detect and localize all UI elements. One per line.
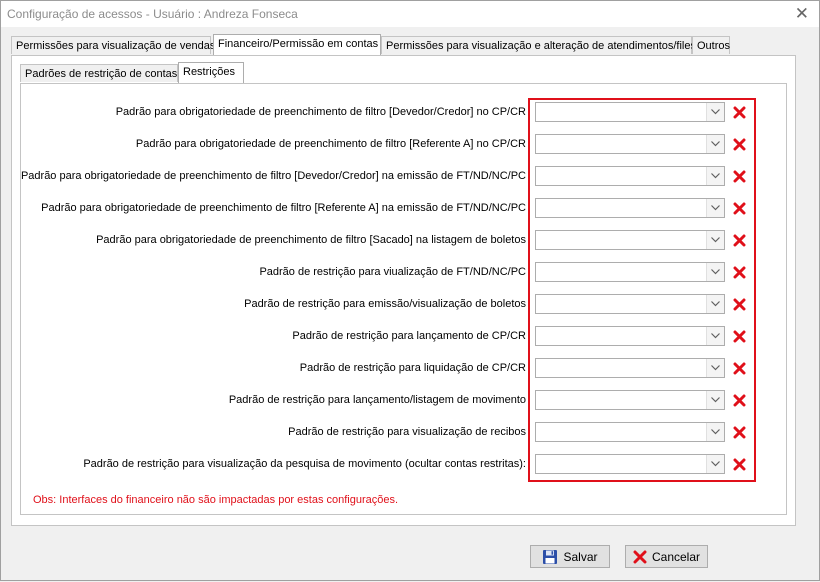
combobox-arrow[interactable] <box>706 391 724 409</box>
tab-label: Permissões para visualização de vendas <box>16 40 216 52</box>
restriction-label: Padrão de restrição para lançamento/list… <box>228 394 526 406</box>
restriction-combobox[interactable] <box>535 326 725 346</box>
restriction-label: Padrão de restrição para emissão/visuali… <box>244 298 526 310</box>
restriction-combobox[interactable] <box>535 230 725 250</box>
restriction-row: Padrão para obrigatoriedade de preenchim… <box>0 166 820 188</box>
restriction-label: Padrão de restrição para viualização de … <box>259 266 526 278</box>
delete-icon[interactable] <box>731 264 747 280</box>
combobox-arrow[interactable] <box>706 263 724 281</box>
restriction-row: Padrão de restrição para lançamento de C… <box>0 326 820 348</box>
restriction-label: Padrão de restrição para visualização da… <box>83 458 526 470</box>
combobox-arrow[interactable] <box>706 295 724 313</box>
restriction-label: Padrão de restrição para liquidação de C… <box>299 362 526 374</box>
restriction-label: Padrão para obrigatoriedade de preenchim… <box>41 202 526 214</box>
chevron-down-icon <box>711 109 720 115</box>
restriction-label: Padrão para obrigatoriedade de preenchim… <box>135 138 526 150</box>
restriction-label: Padrão para obrigatoriedade de preenchim… <box>20 170 526 182</box>
restriction-combobox[interactable] <box>535 166 725 186</box>
chevron-down-icon <box>711 173 720 179</box>
delete-icon[interactable] <box>731 392 747 408</box>
tab-padroes-restricao[interactable]: Padrões de restrição de contas <box>20 64 178 82</box>
tab-outros[interactable]: Outros <box>692 36 730 54</box>
restriction-combobox[interactable] <box>535 262 725 282</box>
delete-icon[interactable] <box>731 136 747 152</box>
cancel-button[interactable]: Cancelar <box>625 545 708 568</box>
delete-icon[interactable] <box>731 328 747 344</box>
restriction-combobox[interactable] <box>535 390 725 410</box>
delete-icon[interactable] <box>731 296 747 312</box>
restriction-row: Padrão para obrigatoriedade de preenchim… <box>0 230 820 252</box>
tab-label: Outros <box>697 40 731 52</box>
combobox-arrow[interactable] <box>706 103 724 121</box>
restriction-combobox[interactable] <box>535 134 725 154</box>
save-button[interactable]: Salvar <box>530 545 610 568</box>
restriction-combobox[interactable] <box>535 198 725 218</box>
chevron-down-icon <box>711 205 720 211</box>
tab-visualizacao-vendas[interactable]: Permissões para visualização de vendas <box>11 36 215 54</box>
chevron-down-icon <box>711 237 720 243</box>
tab-restricoes[interactable]: Restrições <box>178 62 244 83</box>
combobox-arrow[interactable] <box>706 135 724 153</box>
save-label: Salvar <box>563 549 598 564</box>
chevron-down-icon <box>711 429 720 435</box>
chevron-down-icon <box>711 461 720 467</box>
restriction-row: Padrão de restrição para emissão/visuali… <box>0 294 820 316</box>
obs-note: Obs: Interfaces do financeiro não são im… <box>33 494 399 506</box>
restriction-combobox[interactable] <box>535 102 725 122</box>
restriction-combobox[interactable] <box>535 422 725 442</box>
restriction-row: Padrão para obrigatoriedade de preenchim… <box>0 102 820 124</box>
restriction-label: Padrão de restrição para visualização de… <box>288 426 526 438</box>
restriction-row: Padrão de restrição para lançamento/list… <box>0 390 820 412</box>
tab-label: Financeiro/Permissão em contas <box>218 38 379 50</box>
restriction-combobox[interactable] <box>535 358 725 378</box>
delete-icon[interactable] <box>731 104 747 120</box>
floppy-disk-icon <box>543 549 558 564</box>
restriction-row: Padrão para obrigatoriedade de preenchim… <box>0 134 820 156</box>
combobox-arrow[interactable] <box>706 327 724 345</box>
chevron-down-icon <box>711 365 720 371</box>
delete-icon[interactable] <box>731 232 747 248</box>
combobox-arrow[interactable] <box>706 199 724 217</box>
restriction-label: Padrão de restrição para lançamento de C… <box>292 330 526 342</box>
chevron-down-icon <box>711 141 720 147</box>
combobox-arrow[interactable] <box>706 231 724 249</box>
restriction-row: Padrão de restrição para visualização da… <box>0 454 820 476</box>
chevron-down-icon <box>711 397 720 403</box>
delete-icon[interactable] <box>731 424 747 440</box>
chevron-down-icon <box>711 301 720 307</box>
delete-icon[interactable] <box>731 360 747 376</box>
combobox-arrow[interactable] <box>706 167 724 185</box>
delete-icon[interactable] <box>731 168 747 184</box>
title-bar: Configuração de acessos - Usuário : Andr… <box>0 0 820 28</box>
restriction-combobox[interactable] <box>535 454 725 474</box>
combobox-arrow[interactable] <box>706 423 724 441</box>
close-icon[interactable]: ✕ <box>795 4 809 24</box>
tab-label: Restrições <box>183 66 235 78</box>
restriction-row: Padrão para obrigatoriedade de preenchim… <box>0 198 820 220</box>
restriction-row: Padrão de restrição para viualização de … <box>0 262 820 284</box>
delete-icon[interactable] <box>731 456 747 472</box>
chevron-down-icon <box>711 333 720 339</box>
window-title: Configuração de acessos - Usuário : Andr… <box>7 7 298 21</box>
tab-label: Padrões de restrição de contas <box>25 68 178 80</box>
tab-financeiro-permissao[interactable]: Financeiro/Permissão em contas <box>213 34 381 55</box>
chevron-down-icon <box>711 269 720 275</box>
cancel-label: Cancelar <box>651 549 701 564</box>
combobox-arrow[interactable] <box>706 359 724 377</box>
cancel-x-icon <box>633 550 647 563</box>
tab-atendimentos-files[interactable]: Permissões para visualização e alteração… <box>381 36 696 54</box>
delete-icon[interactable] <box>731 200 747 216</box>
restriction-label: Padrão para obrigatoriedade de preenchim… <box>115 106 526 118</box>
restriction-row: Padrão de restrição para visualização de… <box>0 422 820 444</box>
restriction-combobox[interactable] <box>535 294 725 314</box>
restriction-label: Padrão para obrigatoriedade de preenchim… <box>96 234 526 246</box>
combobox-arrow[interactable] <box>706 455 724 473</box>
tab-label: Permissões para visualização e alteração… <box>386 40 696 52</box>
restriction-row: Padrão de restrição para liquidação de C… <box>0 358 820 380</box>
